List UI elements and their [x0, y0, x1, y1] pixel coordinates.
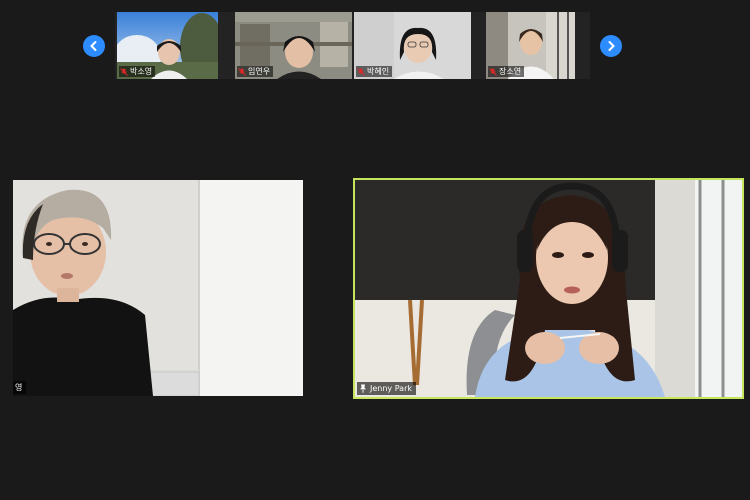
participant-thumbnail[interactable]: 박혜인: [354, 12, 471, 79]
muted-mic-icon: [238, 67, 246, 76]
gallery-prev-button[interactable]: [83, 35, 105, 57]
participant-thumbnail[interactable]: 박소영: [117, 12, 218, 79]
video-tile-left[interactable]: 영: [13, 180, 303, 396]
participant-thumbnail[interactable]: 임연우: [235, 12, 352, 79]
participant-name: 박소영: [130, 67, 153, 76]
participant-video: [355, 180, 742, 397]
participant-name-label: 임연우: [237, 66, 274, 77]
participant-name-label: 영: [13, 381, 27, 394]
participant-name: 장소연: [499, 67, 522, 76]
muted-mic-icon: [120, 67, 128, 76]
participant-name: 박혜인: [367, 67, 390, 76]
muted-mic-icon: [489, 67, 497, 76]
participant-thumbnail[interactable]: 장소연: [486, 12, 575, 79]
participant-video: [13, 180, 303, 396]
participant-name: Jenny Park: [370, 384, 412, 393]
video-tile-active-speaker[interactable]: Jenny Park: [353, 178, 744, 399]
participant-name: 임연우: [248, 67, 271, 76]
chevron-right-icon: [608, 41, 615, 51]
pin-icon: [359, 384, 367, 393]
participant-name-label: 박혜인: [356, 66, 393, 77]
muted-mic-icon: [357, 67, 365, 76]
gallery-next-button[interactable]: [600, 35, 622, 57]
participant-name-label: 박소영: [119, 66, 156, 77]
participant-name-label: 장소연: [488, 66, 525, 77]
participant-name-label: Jenny Park: [357, 382, 416, 395]
participant-name: 영: [15, 383, 23, 392]
chevron-left-icon: [90, 41, 97, 51]
